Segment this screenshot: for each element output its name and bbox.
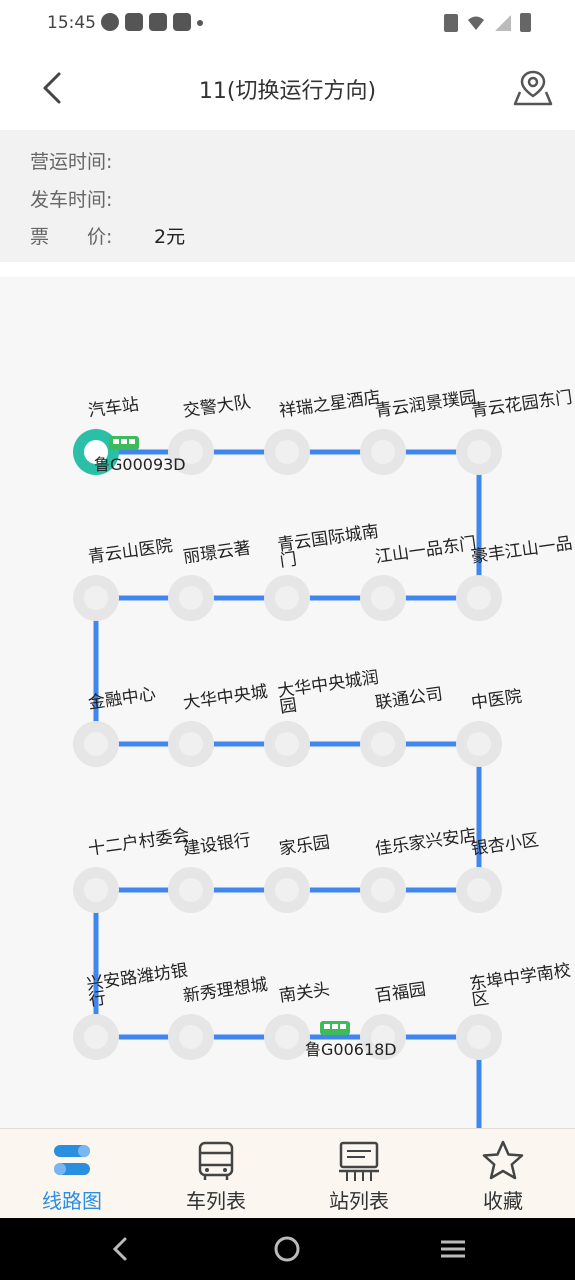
- stop-name: 丽璟云著: [182, 538, 252, 567]
- operating-hours-row: 营运时间:: [30, 147, 112, 174]
- stop-marker-inner: [467, 878, 491, 902]
- stop-name: 大华中央城润园: [276, 668, 382, 718]
- stop-marker-inner: [84, 878, 108, 902]
- departure-time-label: 发车时间:: [30, 189, 113, 211]
- stop-marker-inner: [275, 732, 299, 756]
- notification-app-icon: [125, 13, 143, 31]
- stop-name: 东埠中学南校区: [468, 961, 574, 1011]
- nav-home-icon[interactable]: [270, 1232, 304, 1266]
- bottom-tab-bar: 线路图 车列表 站列表 收藏: [0, 1128, 575, 1218]
- route-info-panel: 营运时间: 发车时间: 票 价: 2元: [0, 130, 575, 262]
- page-title[interactable]: 11(切换运行方向): [0, 73, 575, 105]
- fare-row: 票 价: 2元: [30, 222, 185, 249]
- system-nav-bar: [0, 1218, 575, 1280]
- bus-window: [113, 439, 119, 444]
- status-time: 15:45: [47, 13, 96, 33]
- stop-name: 汽车站: [87, 395, 140, 422]
- fare-value: 2元: [154, 226, 186, 248]
- stop-name: 大华中央城: [182, 682, 269, 714]
- speed-icon: [101, 13, 119, 31]
- stop-name: 百福园: [374, 980, 427, 1007]
- bus-window: [332, 1024, 338, 1029]
- stop-name: 联通公司: [374, 684, 444, 713]
- stop-name: 青云花园东门: [470, 388, 574, 422]
- operating-hours-label: 营运时间:: [30, 151, 113, 173]
- stop-marker-inner: [179, 586, 203, 610]
- stop-marker-inner: [467, 440, 491, 464]
- tab-route-map[interactable]: 线路图: [0, 1129, 144, 1219]
- bus-plate: 鲁G00093D: [94, 455, 186, 474]
- vibrate-icon: [444, 13, 458, 32]
- map-location-button[interactable]: [511, 66, 555, 110]
- stop-name: 十二户村委会: [87, 826, 191, 860]
- bus-window: [121, 439, 127, 444]
- tab-label: 收藏: [483, 1189, 523, 1213]
- stop-name: 江山一品东门: [374, 534, 478, 568]
- star-icon: [482, 1140, 524, 1180]
- tab-bus-list[interactable]: 车列表: [144, 1129, 288, 1219]
- stop-marker-inner: [275, 586, 299, 610]
- signal-icon: [495, 14, 511, 31]
- stop-marker-inner: [467, 732, 491, 756]
- departure-time-row: 发车时间:: [30, 185, 112, 212]
- stop-marker-inner: [371, 586, 395, 610]
- system-status-icons: [444, 13, 531, 32]
- stop-name: 南关头: [278, 980, 331, 1007]
- tab-label: 站列表: [329, 1189, 389, 1213]
- notification-icons: [101, 13, 203, 31]
- stop-name: 祥瑞之星酒店: [278, 388, 382, 422]
- status-bar: 15:45: [0, 0, 575, 48]
- stop-marker-inner: [371, 732, 395, 756]
- stop-marker-inner: [275, 440, 299, 464]
- stop-name: 佳乐家兴安店: [374, 826, 478, 860]
- stop-marker-inner: [179, 878, 203, 902]
- wifi-icon: [468, 16, 484, 30]
- stop-name: 青云山医院: [87, 536, 174, 568]
- tab-station-list[interactable]: 站列表: [287, 1129, 431, 1219]
- stop-marker-inner: [84, 732, 108, 756]
- stop-name: 中医院: [470, 687, 523, 714]
- stop-marker-inner: [467, 586, 491, 610]
- more-notifications-icon: [197, 20, 203, 26]
- stop-name: 新秀理想城: [182, 975, 269, 1007]
- nav-back-icon[interactable]: [104, 1232, 138, 1266]
- route-map-canvas: 汽车站 交警大队 祥瑞之星酒店青云润景璞园青云花园东门豪丰江山一品江山一品东门青云国…: [73, 388, 574, 1128]
- bus-window: [340, 1024, 346, 1029]
- notification-app-icon: [149, 13, 167, 31]
- stop-marker-inner: [275, 1025, 299, 1049]
- bus-window: [324, 1024, 330, 1029]
- stop-marker-inner: [275, 878, 299, 902]
- tab-label: 线路图: [42, 1189, 102, 1213]
- stop-name: 兴安路潍坊银行: [85, 961, 191, 1011]
- notification-app-icon: [173, 13, 191, 31]
- tab-favorites[interactable]: 收藏: [431, 1129, 575, 1219]
- stop-name: 建设银行: [182, 830, 252, 859]
- stop-name: 豪丰江山一品: [470, 533, 574, 568]
- bus-icon: [198, 1141, 234, 1180]
- stop-marker-inner: [467, 1025, 491, 1049]
- stop-marker-inner: [84, 1025, 108, 1049]
- app-header: 11(切换运行方向): [0, 48, 575, 130]
- route-map[interactable]: 汽车站 交警大队 祥瑞之星酒店 青云润景璞园 青云花园东门 豪丰江山一品 江山一品东门 青云国…: [0, 277, 575, 1128]
- stop-marker-inner: [179, 1025, 203, 1049]
- stop-marker-inner: [179, 732, 203, 756]
- stop-marker-inner: [84, 586, 108, 610]
- stop-marker-inner: [371, 440, 395, 464]
- bus-window: [129, 439, 135, 444]
- nav-recents-icon[interactable]: [436, 1232, 470, 1266]
- stop-marker-inner: [371, 878, 395, 902]
- stop-name: 家乐园: [278, 833, 331, 860]
- fare-label: 票 价:: [30, 226, 113, 248]
- station-board-icon: [339, 1141, 379, 1181]
- battery-icon: [520, 13, 531, 32]
- tab-label: 车列表: [186, 1189, 246, 1213]
- route-map-icon: [54, 1145, 90, 1175]
- bus-plate: 鲁G00618D: [305, 1040, 397, 1059]
- stop-name: 青云国际城南门: [276, 522, 382, 572]
- map-pin-icon: [513, 70, 553, 106]
- stop-name: 交警大队: [182, 392, 252, 421]
- stop-name: 青云润景璞园: [374, 388, 478, 422]
